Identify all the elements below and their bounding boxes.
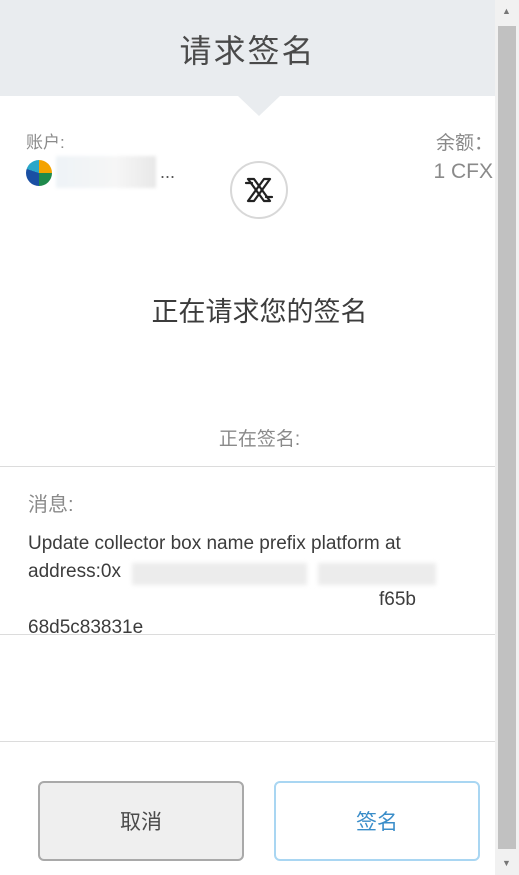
balance-value: 1 CFX (433, 160, 493, 183)
divider-top (0, 466, 495, 467)
divider-middle (0, 634, 495, 635)
message-line-2-start: address:0x (28, 561, 121, 582)
message-label: 消息: (28, 494, 74, 516)
scrollbar[interactable]: ▲ ▼ (495, 0, 519, 875)
dapp-logo-icon (230, 161, 288, 219)
header: 请求签名 (0, 0, 495, 96)
request-title: 正在请求您的签名 (151, 297, 368, 327)
signing-label: 正在签名: (218, 429, 301, 450)
address-redaction-2 (318, 563, 436, 585)
account-avatar (26, 160, 52, 186)
balance-label: 余额： (435, 133, 493, 154)
divider-bottom (0, 741, 495, 742)
sign-button[interactable]: 签名 (274, 781, 480, 861)
message-body: Update collector box name prefix platfor… (28, 530, 468, 642)
account-name-redacted (56, 156, 156, 188)
scroll-down-arrow-icon[interactable]: ▼ (502, 858, 511, 868)
page-title: 请求签名 (179, 33, 316, 69)
scroll-up-arrow-icon[interactable]: ▲ (502, 6, 511, 16)
account-label: 账户: (26, 133, 65, 152)
address-redaction-1 (132, 563, 307, 585)
account-name-ellipsis: ... (160, 162, 176, 182)
scrollbar-thumb[interactable] (498, 26, 516, 849)
message-line-1: Update collector box name prefix platfor… (28, 533, 401, 554)
cancel-button[interactable]: 取消 (38, 781, 244, 861)
header-notch (238, 96, 280, 116)
message-line-3: 68d5c83831e (28, 617, 144, 638)
message-line-2-end: f65b (379, 589, 416, 610)
